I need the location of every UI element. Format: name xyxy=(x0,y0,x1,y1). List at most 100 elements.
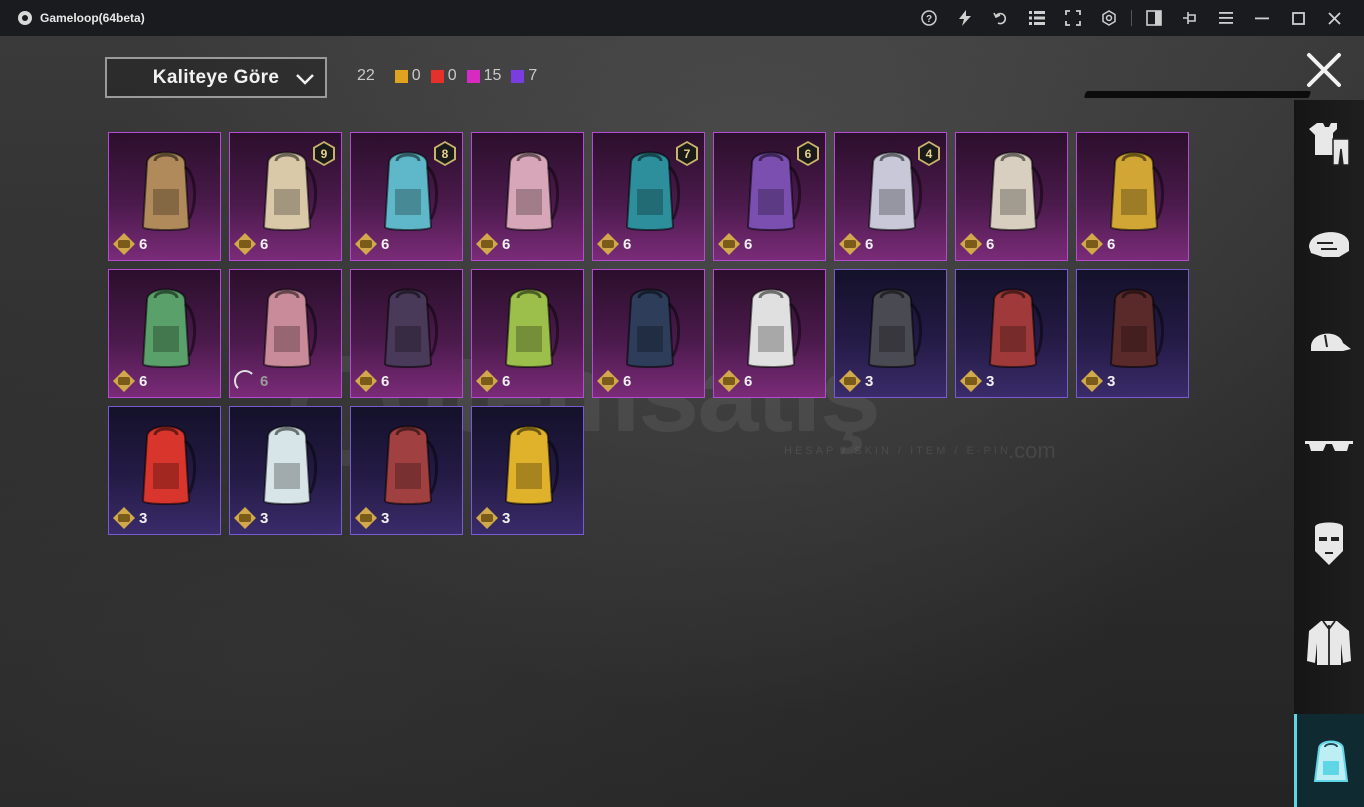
menu-grid-icon[interactable] xyxy=(1019,0,1055,36)
item-count-value: 3 xyxy=(986,372,995,390)
item-count: 6 xyxy=(960,233,994,255)
backpack-image xyxy=(262,288,317,368)
category-jacket[interactable] xyxy=(1294,600,1364,686)
item-count: 6 xyxy=(476,233,510,255)
item-count: 6 xyxy=(355,370,389,392)
help-icon[interactable]: ? xyxy=(911,0,947,36)
coin-icon xyxy=(718,233,740,255)
rotate-icon[interactable] xyxy=(983,0,1019,36)
item-card[interactable]: 76 xyxy=(592,132,705,261)
item-count-value: 6 xyxy=(623,372,632,390)
coin-icon xyxy=(718,370,740,392)
settings-icon[interactable] xyxy=(1091,0,1127,36)
rarity-count-value: 15 xyxy=(483,67,502,84)
pin-icon[interactable] xyxy=(1172,0,1208,36)
coin-icon xyxy=(1081,370,1103,392)
item-count-value: 6 xyxy=(502,235,511,253)
category-glasses[interactable] xyxy=(1294,400,1364,486)
category-cap[interactable] xyxy=(1294,300,1364,386)
level-badge-value: 9 xyxy=(315,143,333,164)
decorative-brush-stroke xyxy=(1083,91,1312,98)
item-card[interactable]: 6 xyxy=(1076,132,1189,261)
item-card[interactable]: 3 xyxy=(471,406,584,535)
close-window-icon[interactable] xyxy=(1316,0,1352,36)
level-badge-value: 8 xyxy=(436,143,454,164)
level-badge-value: 4 xyxy=(920,143,938,164)
item-count-value: 6 xyxy=(865,235,874,253)
item-count-value: 3 xyxy=(381,509,390,527)
outfit-icon xyxy=(1309,123,1350,166)
backpack-image xyxy=(141,425,196,505)
coin-icon xyxy=(597,370,619,392)
item-card[interactable]: 96 xyxy=(229,132,342,261)
coin-icon xyxy=(113,507,135,529)
item-count: 6 xyxy=(234,370,268,392)
boost-icon[interactable] xyxy=(947,0,983,36)
item-card[interactable]: 6 xyxy=(955,132,1068,261)
item-card[interactable]: 86 xyxy=(350,132,463,261)
svg-text:?: ? xyxy=(926,14,932,25)
minimize-icon[interactable] xyxy=(1244,0,1280,36)
gameloop-logo-icon xyxy=(18,11,32,25)
item-count: 6 xyxy=(113,233,147,255)
backpack-image xyxy=(625,288,680,368)
close-icon[interactable] xyxy=(1304,50,1344,90)
category-helmet[interactable] xyxy=(1294,200,1364,286)
category-backpack[interactable] xyxy=(1294,714,1364,807)
item-count-value: 3 xyxy=(260,509,269,527)
total-count: 22 xyxy=(357,67,375,84)
item-card[interactable]: 6 xyxy=(108,269,221,398)
rarity-count-pink: 15 xyxy=(466,67,502,85)
hamburger-icon[interactable] xyxy=(1208,0,1244,36)
item-count: 3 xyxy=(113,507,147,529)
glasses-icon xyxy=(1305,441,1353,451)
item-count-value: 6 xyxy=(381,235,390,253)
item-card[interactable]: 6 xyxy=(471,269,584,398)
backpack-image xyxy=(988,288,1043,368)
level-badge-value: 7 xyxy=(678,143,696,164)
maximize-icon[interactable] xyxy=(1280,0,1316,36)
fullscreen-icon[interactable] xyxy=(1055,0,1091,36)
coin-icon xyxy=(839,370,861,392)
item-card[interactable]: 3 xyxy=(350,406,463,535)
item-count-value: 3 xyxy=(502,509,511,527)
titlebar-divider xyxy=(1131,10,1132,26)
sidebar-toggle-icon[interactable] xyxy=(1136,0,1172,36)
watermark-suffix: .com xyxy=(1008,438,1056,463)
item-count: 6 xyxy=(597,370,631,392)
item-card[interactable]: 6 xyxy=(108,132,221,261)
chevron-down-icon xyxy=(296,74,314,85)
item-count-value: 6 xyxy=(381,372,390,390)
backpack-image xyxy=(383,151,438,231)
coin-icon xyxy=(1081,233,1103,255)
item-card[interactable]: 6 xyxy=(592,269,705,398)
item-card[interactable]: 3 xyxy=(955,269,1068,398)
sort-dropdown[interactable]: Kaliteye Göre xyxy=(105,57,327,98)
mask-icon xyxy=(1315,522,1343,565)
item-card[interactable]: 3 xyxy=(1076,269,1189,398)
item-count-value: 3 xyxy=(139,509,148,527)
watermark-subtitle: HESAP / SKIN / ITEM / E-PIN xyxy=(784,445,1011,457)
backpack-image xyxy=(988,151,1043,231)
titlebar-controls: ? xyxy=(911,0,1352,36)
item-card[interactable]: 6 xyxy=(713,269,826,398)
item-count-value: 6 xyxy=(260,235,269,253)
item-card[interactable]: 3 xyxy=(229,406,342,535)
item-card[interactable]: 66 xyxy=(713,132,826,261)
item-count: 3 xyxy=(355,507,389,529)
item-card[interactable]: 3 xyxy=(108,406,221,535)
backpack-image xyxy=(746,288,801,368)
item-count: 6 xyxy=(718,370,752,392)
coin-icon xyxy=(234,507,256,529)
item-card[interactable]: 6 xyxy=(350,269,463,398)
item-card[interactable]: 6 xyxy=(471,132,584,261)
coin-icon xyxy=(355,370,377,392)
item-card[interactable]: 6 xyxy=(229,269,342,398)
category-mask[interactable] xyxy=(1294,500,1364,586)
item-card[interactable]: 3 xyxy=(834,269,947,398)
item-card[interactable]: 46 xyxy=(834,132,947,261)
coin-icon xyxy=(234,233,256,255)
window-title: Gameloop(64beta) xyxy=(40,11,145,25)
category-outfit[interactable] xyxy=(1294,100,1364,186)
item-count-value: 6 xyxy=(139,235,148,253)
